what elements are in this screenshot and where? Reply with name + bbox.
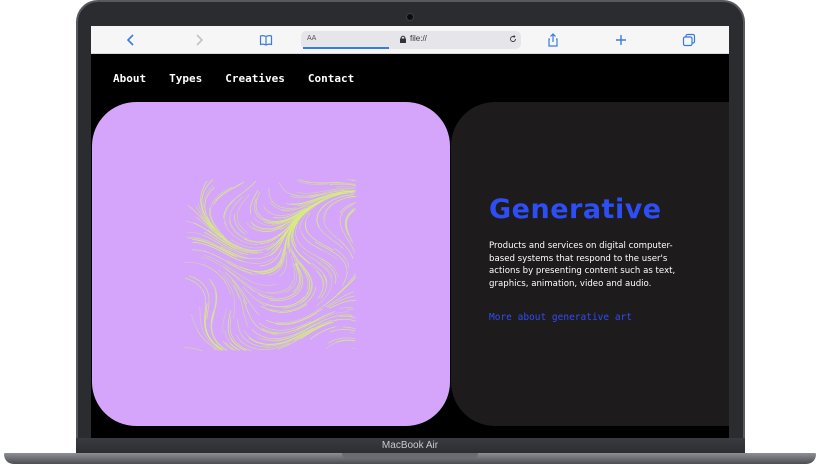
address-bar[interactable]: AA file:// (301, 31, 521, 49)
art-stroke (345, 208, 356, 232)
art-stroke (279, 182, 319, 197)
art-stroke (296, 313, 332, 330)
art-stroke (329, 183, 356, 186)
art-stroke (204, 324, 222, 351)
nav-item-about[interactable]: About (113, 72, 146, 85)
art-stroke (184, 277, 207, 324)
art-stroke (280, 194, 338, 231)
load-progress-bar (303, 47, 389, 49)
more-about-link[interactable]: More about generative art (489, 312, 632, 323)
art-stroke (343, 326, 356, 330)
tabs-icon[interactable] (681, 32, 697, 48)
art-stroke (184, 346, 204, 351)
nav-item-creatives[interactable]: Creatives (225, 72, 285, 85)
camera-icon (407, 14, 413, 20)
art-stroke (302, 251, 333, 278)
art-stroke (210, 281, 217, 306)
nav-item-contact[interactable]: Contact (308, 72, 354, 85)
model-label: MacBook Air (381, 440, 439, 451)
url-text: file:// (410, 34, 427, 43)
laptop-notch (342, 453, 478, 459)
info-card: Generative Products and services on digi… (451, 102, 729, 426)
art-stroke (251, 324, 316, 339)
art-stroke (326, 339, 355, 349)
back-icon[interactable] (123, 32, 139, 48)
hero-description: Products and services on digital compute… (489, 241, 676, 289)
art-stroke (337, 238, 354, 259)
art-stroke (222, 275, 235, 320)
art-stroke (222, 308, 227, 334)
art-stroke (339, 315, 356, 319)
art-stroke (336, 186, 356, 188)
art-stroke (324, 196, 356, 222)
art-stroke (300, 230, 323, 251)
site-nav: About Types Creatives Contact (113, 72, 354, 85)
generative-art-image (184, 179, 356, 351)
art-stroke (213, 181, 245, 205)
art-stroke (258, 262, 302, 300)
art-stroke (184, 262, 227, 286)
art-stroke (322, 276, 356, 307)
screen: AA file:// About Types Creatives Contact… (91, 26, 729, 438)
hero-title: Generative (489, 194, 662, 225)
art-card (92, 102, 450, 426)
bookmarks-icon[interactable] (258, 32, 274, 48)
art-stroke (223, 266, 292, 294)
art-stroke (316, 203, 344, 249)
art-stroke (304, 212, 311, 235)
share-icon[interactable] (545, 32, 561, 48)
browser-toolbar: AA file:// (91, 26, 729, 54)
art-stroke (333, 248, 350, 268)
art-stroke (326, 196, 355, 211)
art-stroke (259, 321, 311, 331)
art-stroke (329, 328, 356, 333)
art-stroke (292, 250, 313, 304)
art-stroke (325, 291, 354, 308)
nav-item-types[interactable]: Types (169, 72, 202, 85)
lock-icon (399, 35, 407, 43)
art-stroke (298, 179, 341, 184)
reload-icon[interactable] (509, 35, 517, 43)
art-stroke (340, 306, 354, 309)
art-stroke (350, 332, 354, 334)
reader-aa-button[interactable]: AA (307, 35, 316, 42)
forward-icon[interactable] (191, 32, 207, 48)
new-tab-icon[interactable] (613, 32, 629, 48)
art-stroke (234, 213, 246, 235)
art-stroke (316, 270, 324, 299)
art-stroke (243, 299, 277, 335)
art-stroke (229, 196, 248, 240)
